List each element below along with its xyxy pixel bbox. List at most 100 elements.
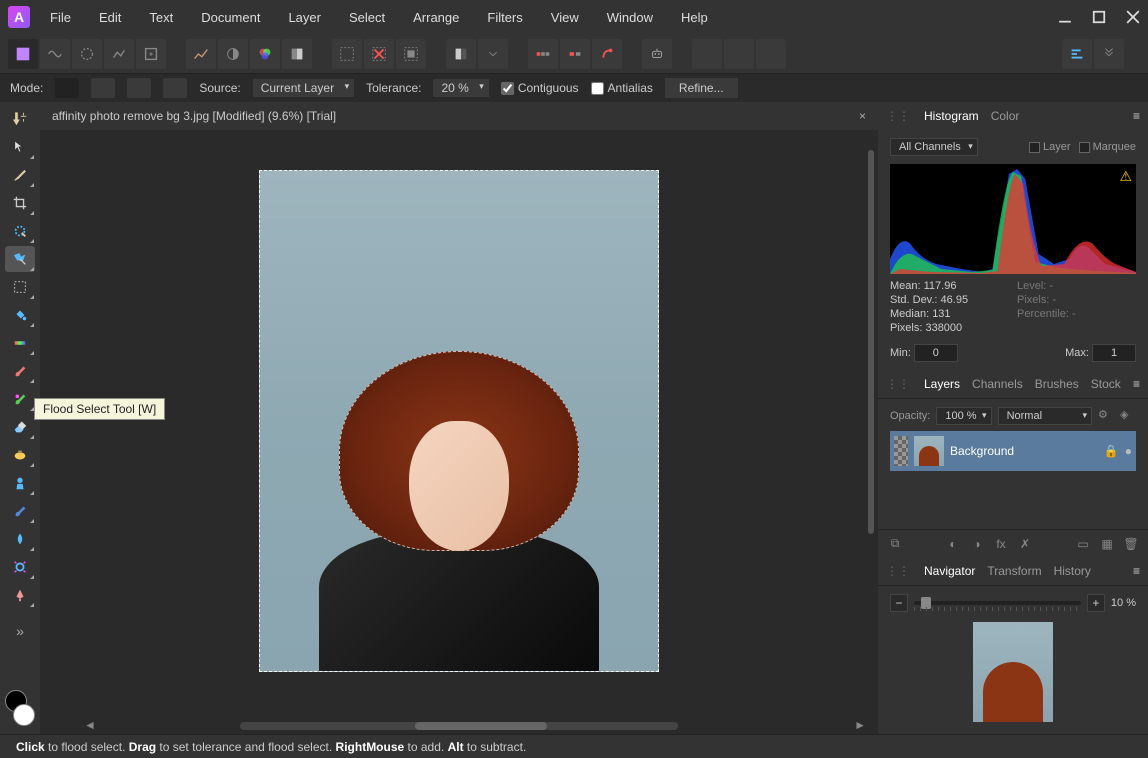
layer-link-button[interactable]: ⧉ [886,535,904,553]
tools-overflow[interactable]: » [5,618,35,644]
layer-adjustment-button[interactable]: ◑ [968,535,986,553]
panel-menu-icon[interactable]: ≡ [1133,109,1140,123]
color-swatches[interactable] [5,690,35,726]
autowhitebalance-button[interactable] [282,39,312,69]
menu-file[interactable]: File [50,10,71,25]
align-button[interactable] [1062,39,1092,69]
healing-tool[interactable] [5,554,35,580]
mode-2-button[interactable] [560,39,590,69]
menu-document[interactable]: Document [201,10,260,25]
blur-tool[interactable] [5,526,35,552]
panel-menu-icon[interactable]: ≡ [1133,564,1140,578]
tab-histogram[interactable]: Histogram [924,109,979,123]
tab-transform[interactable]: Transform [987,564,1041,578]
persona-develop-button[interactable] [72,39,102,69]
erase-tool[interactable] [5,414,35,440]
layer-fx-button[interactable]: fx [992,535,1010,553]
mode-add-button[interactable] [91,78,115,98]
panel-grip-icon[interactable]: ⋮⋮ [886,564,910,578]
layer-delete-button[interactable]: 🗑 [1122,535,1140,553]
selection-all-button[interactable] [332,39,362,69]
scroll-right-arrow[interactable]: ► [854,718,866,732]
selection-brush-tool[interactable] [5,218,35,244]
marquee-tool[interactable] [5,274,35,300]
color-picker-tool[interactable] [5,162,35,188]
persona-tone-button[interactable] [104,39,134,69]
panel-menu-icon[interactable]: ≡ [1133,377,1140,391]
menu-edit[interactable]: Edit [99,10,121,25]
layer-mask-button[interactable]: ◐ [944,535,962,553]
assistant-button[interactable] [642,39,672,69]
panel-grip-icon[interactable]: ⋮⋮ [886,377,910,391]
paint-mixer-tool[interactable] [5,386,35,412]
autocolors-button[interactable] [250,39,280,69]
persona-export-button[interactable] [136,39,166,69]
maximize-button[interactable] [1092,10,1106,24]
toolbar-extra-1[interactable] [692,39,722,69]
tab-layers[interactable]: Layers [924,377,960,391]
menu-arrange[interactable]: Arrange [413,10,459,25]
selection-invert-button[interactable] [396,39,426,69]
menu-text[interactable]: Text [149,10,173,25]
source-select[interactable]: Current Layer [253,79,354,97]
mode-intersect-button[interactable] [163,78,187,98]
menu-select[interactable]: Select [349,10,385,25]
selection-deselect-button[interactable] [364,39,394,69]
pen-tool[interactable] [5,582,35,608]
toolbar-overflow[interactable] [1094,39,1124,69]
channel-select[interactable]: All Channels [890,138,978,156]
minimize-button[interactable] [1058,10,1072,24]
tab-navigator[interactable]: Navigator [924,564,975,578]
blendmode-select[interactable]: Normal [998,407,1092,425]
max-input[interactable] [1092,344,1136,362]
clone-tool[interactable] [5,442,35,468]
gradient-tool[interactable] [5,330,35,356]
opacity-select[interactable]: 100 % [936,407,991,425]
vertical-scrollbar[interactable] [868,150,874,534]
panel-grip-icon[interactable]: ⋮⋮ [886,109,910,123]
tolerance-input[interactable]: 20 % [433,79,488,97]
tab-history[interactable]: History [1054,564,1091,578]
canvas-image[interactable] [259,170,659,672]
tab-stock[interactable]: Stock [1091,377,1121,391]
snap-button[interactable] [592,39,622,69]
menu-help[interactable]: Help [681,10,708,25]
antialias-checkbox[interactable]: Antialias [591,81,653,95]
persona-liquify-button[interactable] [40,39,70,69]
contiguous-checkbox[interactable]: Contiguous [501,81,579,95]
menu-layer[interactable]: Layer [288,10,321,25]
visibility-icon[interactable]: ● [1125,444,1132,458]
target-icon[interactable]: ◈ [1120,408,1136,424]
flood-fill-tool[interactable] [5,302,35,328]
zoom-out-button[interactable]: − [890,594,908,612]
navigator-preview[interactable] [973,622,1053,722]
toolbar-extra-3[interactable] [756,39,786,69]
move-tool[interactable] [5,134,35,160]
autocontrast-button[interactable] [218,39,248,69]
horizontal-scrollbar[interactable] [240,722,678,730]
menu-view[interactable]: View [551,10,579,25]
dodge-tool[interactable] [5,470,35,496]
layer-checkbox[interactable]: Layer [1029,141,1071,153]
smudge-tool[interactable] [5,498,35,524]
zoom-in-button[interactable]: + [1087,594,1105,612]
mode-subtract-button[interactable] [127,78,151,98]
layer-crop-button[interactable]: ✗ [1016,535,1034,553]
document-tab[interactable]: affinity photo remove bg 3.jpg [Modified… [40,102,878,130]
gear-icon[interactable]: ⚙ [1098,408,1114,424]
view-tool[interactable] [5,106,35,132]
scroll-left-arrow[interactable]: ◄ [84,718,96,732]
tab-color[interactable]: Color [991,109,1020,123]
quickmask-button[interactable] [446,39,476,69]
viewport[interactable] [40,130,878,734]
min-input[interactable] [914,344,958,362]
document-close-button[interactable]: × [859,109,866,123]
mode-1-button[interactable] [528,39,558,69]
layer-add-button[interactable]: ▦ [1098,535,1116,553]
menu-window[interactable]: Window [607,10,653,25]
menu-filters[interactable]: Filters [487,10,522,25]
crop-tool[interactable] [5,190,35,216]
tab-brushes[interactable]: Brushes [1035,377,1079,391]
dropdown-icon[interactable] [478,39,508,69]
toolbar-extra-2[interactable] [724,39,754,69]
